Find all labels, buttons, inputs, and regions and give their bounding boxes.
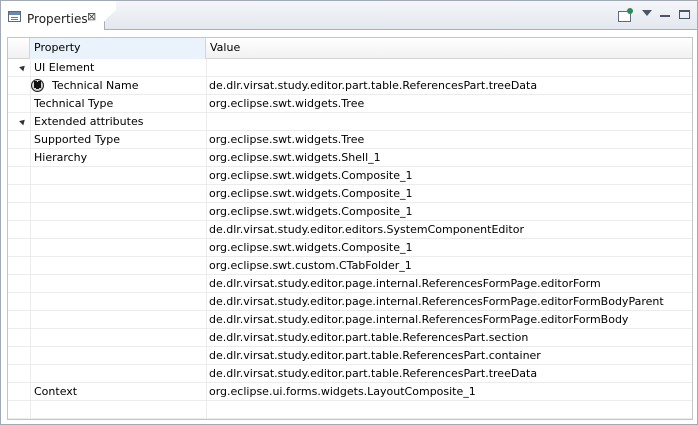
property-cell: UI Element — [34, 61, 95, 74]
tab-label: Properties — [27, 12, 88, 26]
pin-icon[interactable] — [618, 8, 633, 22]
property-cell — [30, 293, 206, 311]
group-row[interactable]: UI Element — [8, 59, 692, 77]
properties-view: Properties ⊠ Property Value UI Element Te… — [0, 0, 698, 425]
value-cell — [206, 59, 692, 77]
value-cell: org.eclipse.swt.widgets.Composite_1 — [209, 169, 413, 182]
value-cell: org.eclipse.swt.widgets.Tree — [209, 133, 365, 146]
view-menu-icon[interactable] — [642, 10, 652, 16]
value-cell: org.eclipse.swt.widgets.Composite_1 — [209, 241, 413, 254]
value-cell: de.dlr.virsat.study.editor.part.table.Re… — [209, 349, 541, 362]
properties-table: Property Value UI Element Technical Name d… — [7, 37, 693, 420]
column-header-value[interactable]: Value — [206, 38, 692, 59]
property-cell — [30, 365, 206, 383]
value-cell: org.eclipse.swt.widgets.Composite_1 — [209, 205, 413, 218]
value-cell: org.eclipse.swt.custom.CTabFolder_1 — [209, 259, 412, 272]
expand-toggle-icon[interactable] — [19, 63, 27, 72]
property-cell: Extended attributes — [34, 115, 144, 128]
property-cell: Technical Type — [34, 97, 114, 110]
table-row[interactable]: de.dlr.virsat.study.editor.page.internal… — [8, 311, 692, 329]
table-row[interactable]: org.eclipse.swt.custom.CTabFolder_1 — [8, 257, 692, 275]
property-cell — [30, 167, 206, 185]
value-cell — [206, 113, 692, 131]
value-cell: de.dlr.virsat.study.editor.part.table.Re… — [209, 367, 538, 380]
group-row[interactable]: Extended attributes — [8, 113, 692, 131]
value-cell: org.eclipse.swt.widgets.Composite_1 — [209, 187, 413, 200]
value-cell: de.dlr.virsat.study.editor.page.internal… — [209, 295, 664, 308]
table-body: UI Element Technical Name de.dlr.virsat.st… — [8, 59, 692, 419]
table-row[interactable] — [8, 401, 692, 419]
tab-properties[interactable]: Properties ⊠ — [1, 1, 116, 30]
table-row[interactable]: Technical Type org.eclipse.swt.widgets.Tr… — [8, 95, 692, 113]
value-cell: de.dlr.virsat.study.editor.editors.Syste… — [209, 223, 524, 236]
property-cell — [30, 347, 206, 365]
property-cell: Context — [34, 385, 78, 398]
minimize-icon[interactable] — [660, 15, 670, 17]
maximize-icon[interactable] — [679, 10, 690, 19]
property-cell — [30, 311, 206, 329]
table-row[interactable]: de.dlr.virsat.study.editor.editors.Syste… — [8, 221, 692, 239]
table-row[interactable]: org.eclipse.swt.widgets.Composite_1 — [8, 239, 692, 257]
close-icon[interactable]: ⊠ — [87, 11, 96, 22]
table-row[interactable]: Context org.eclipse.ui.forms.widgets.Layo… — [8, 383, 692, 401]
value-cell — [206, 401, 692, 419]
value-cell: org.eclipse.swt.widgets.Tree — [209, 97, 365, 110]
property-cell — [30, 221, 206, 239]
view-tab-bar: Properties ⊠ — [1, 1, 697, 30]
property-cell: Supported Type — [34, 133, 120, 146]
property-cell: Technical Name — [52, 79, 139, 92]
table-row[interactable]: de.dlr.virsat.study.editor.part.table.Re… — [8, 365, 692, 383]
property-cell — [30, 329, 206, 347]
value-cell: org.eclipse.ui.forms.widgets.LayoutCompo… — [209, 385, 476, 398]
column-header-property[interactable]: Property — [30, 38, 206, 59]
value-cell: de.dlr.virsat.study.editor.part.table.Re… — [209, 331, 529, 344]
property-cell — [30, 275, 206, 293]
property-cell: Hierarchy — [34, 151, 88, 164]
table-header: Property Value — [8, 38, 692, 59]
header-expander-column — [8, 38, 30, 59]
value-cell: de.dlr.virsat.study.editor.page.internal… — [209, 313, 629, 326]
table-row[interactable]: Hierarchy org.eclipse.swt.widgets.Shell_1 — [8, 149, 692, 167]
table-row[interactable]: de.dlr.virsat.study.editor.part.table.Re… — [8, 329, 692, 347]
table-row[interactable]: Supported Type org.eclipse.swt.widgets.Tr… — [8, 131, 692, 149]
table-row[interactable]: Technical Name de.dlr.virsat.study.editor… — [8, 77, 692, 95]
property-cell — [30, 203, 206, 221]
table-row[interactable]: de.dlr.virsat.study.editor.page.internal… — [8, 293, 692, 311]
properties-icon — [8, 11, 21, 22]
table-row[interactable]: org.eclipse.swt.widgets.Composite_1 — [8, 167, 692, 185]
property-cell — [30, 239, 206, 257]
property-cell — [30, 401, 206, 419]
value-cell: de.dlr.virsat.study.editor.part.table.Re… — [209, 79, 538, 92]
table-row[interactable]: org.eclipse.swt.widgets.Composite_1 — [8, 203, 692, 221]
expand-toggle-icon[interactable] — [19, 117, 27, 126]
technical-name-icon — [31, 79, 44, 92]
property-cell — [30, 257, 206, 275]
value-cell: org.eclipse.swt.widgets.Shell_1 — [209, 151, 381, 164]
table-row[interactable]: org.eclipse.swt.widgets.Composite_1 — [8, 185, 692, 203]
value-cell: de.dlr.virsat.study.editor.page.internal… — [209, 277, 601, 290]
table-row[interactable]: de.dlr.virsat.study.editor.part.table.Re… — [8, 347, 692, 365]
table-row[interactable]: de.dlr.virsat.study.editor.page.internal… — [8, 275, 692, 293]
property-cell — [30, 185, 206, 203]
